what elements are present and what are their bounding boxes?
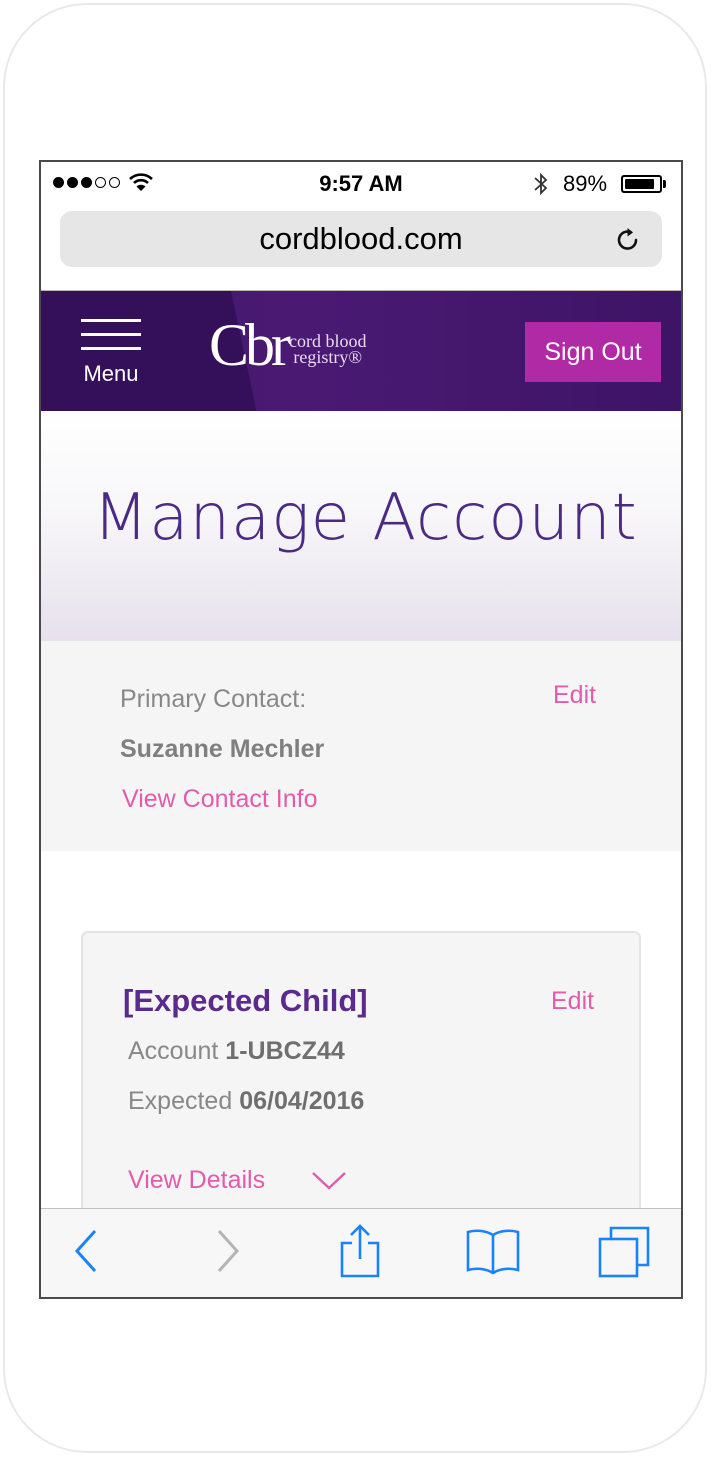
expected-label: Expected: [128, 1087, 233, 1115]
bluetooth-icon: [534, 172, 548, 196]
expected-date-line: Expected 06/04/2016: [128, 1087, 364, 1116]
edit-contact-link[interactable]: Edit: [553, 681, 596, 710]
status-bar: 9:57 AM 89%: [41, 162, 681, 206]
menu-label: Menu: [83, 361, 139, 386]
page-title: Manage Account: [93, 481, 638, 555]
expected-date: 06/04/2016: [239, 1087, 365, 1115]
primary-contact-section: Primary Contact: Edit Suzanne Mechler Vi…: [41, 641, 681, 851]
cbr-logo[interactable]: Cbr cord blood registry®: [209, 315, 366, 375]
view-details-link[interactable]: View Details: [128, 1166, 265, 1195]
primary-contact-label: Primary Contact:: [120, 685, 307, 713]
account-number-line: Account 1-UBCZ44: [128, 1037, 345, 1066]
tabs-icon[interactable]: [597, 1225, 651, 1279]
logo-mark: Cbr: [209, 312, 291, 378]
address-bar[interactable]: cordblood.com: [60, 211, 662, 267]
logo-wordmark: cord blood registry®: [289, 332, 366, 367]
chevron-down-icon[interactable]: [311, 1171, 347, 1191]
bookmarks-icon[interactable]: [465, 1227, 521, 1277]
reload-icon[interactable]: [614, 226, 642, 254]
account-label: Account: [128, 1037, 219, 1065]
sign-out-button[interactable]: Sign Out: [525, 322, 661, 382]
battery-tip: [663, 180, 666, 188]
url-text[interactable]: cordblood.com: [60, 221, 662, 257]
view-contact-info-link[interactable]: View Contact Info: [122, 785, 317, 814]
browser-toolbar: [41, 1208, 681, 1297]
forward-icon[interactable]: [213, 1227, 243, 1275]
logo-line-2: registry®: [293, 347, 363, 367]
edit-child-link[interactable]: Edit: [551, 987, 594, 1016]
account-number: 1-UBCZ44: [225, 1037, 345, 1065]
site-header: Menu Cbr cord blood registry® Sign Out: [41, 291, 681, 411]
menu-button[interactable]: Menu: [61, 291, 161, 411]
share-icon[interactable]: [339, 1223, 381, 1279]
phone-screen: 9:57 AM 89% cordblood.com Menu Cbr cord …: [39, 160, 683, 1299]
battery-icon: [621, 175, 662, 193]
phone-frame: 9:57 AM 89% cordblood.com Menu Cbr cord …: [3, 3, 707, 1453]
primary-contact-name: Suzanne Mechler: [120, 735, 325, 763]
back-icon[interactable]: [71, 1227, 101, 1275]
child-name: [Expected Child]: [123, 983, 368, 1018]
hamburger-icon: [81, 319, 141, 361]
battery-percentage: 89%: [563, 171, 608, 196]
hero-banner: Manage Account: [41, 411, 681, 641]
